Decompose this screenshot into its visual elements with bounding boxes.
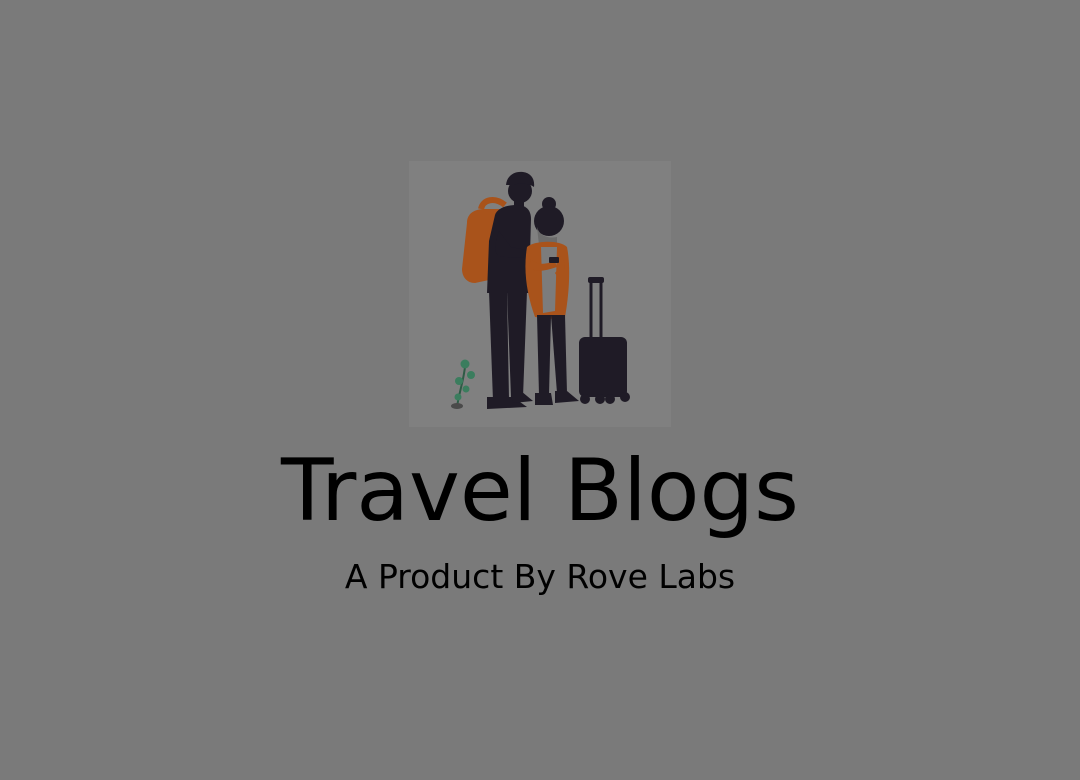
suitcase-icon [579,277,630,404]
app-title: Travel Blogs [281,441,799,541]
plant-icon [451,359,475,409]
woman-figure [525,197,579,405]
splash-screen: Travel Blogs A Product By Rove Labs [0,0,1080,780]
travelers-with-luggage-icon [451,171,630,409]
travelers-illustration [409,161,671,427]
app-subtitle: A Product By Rove Labs [344,557,736,596]
